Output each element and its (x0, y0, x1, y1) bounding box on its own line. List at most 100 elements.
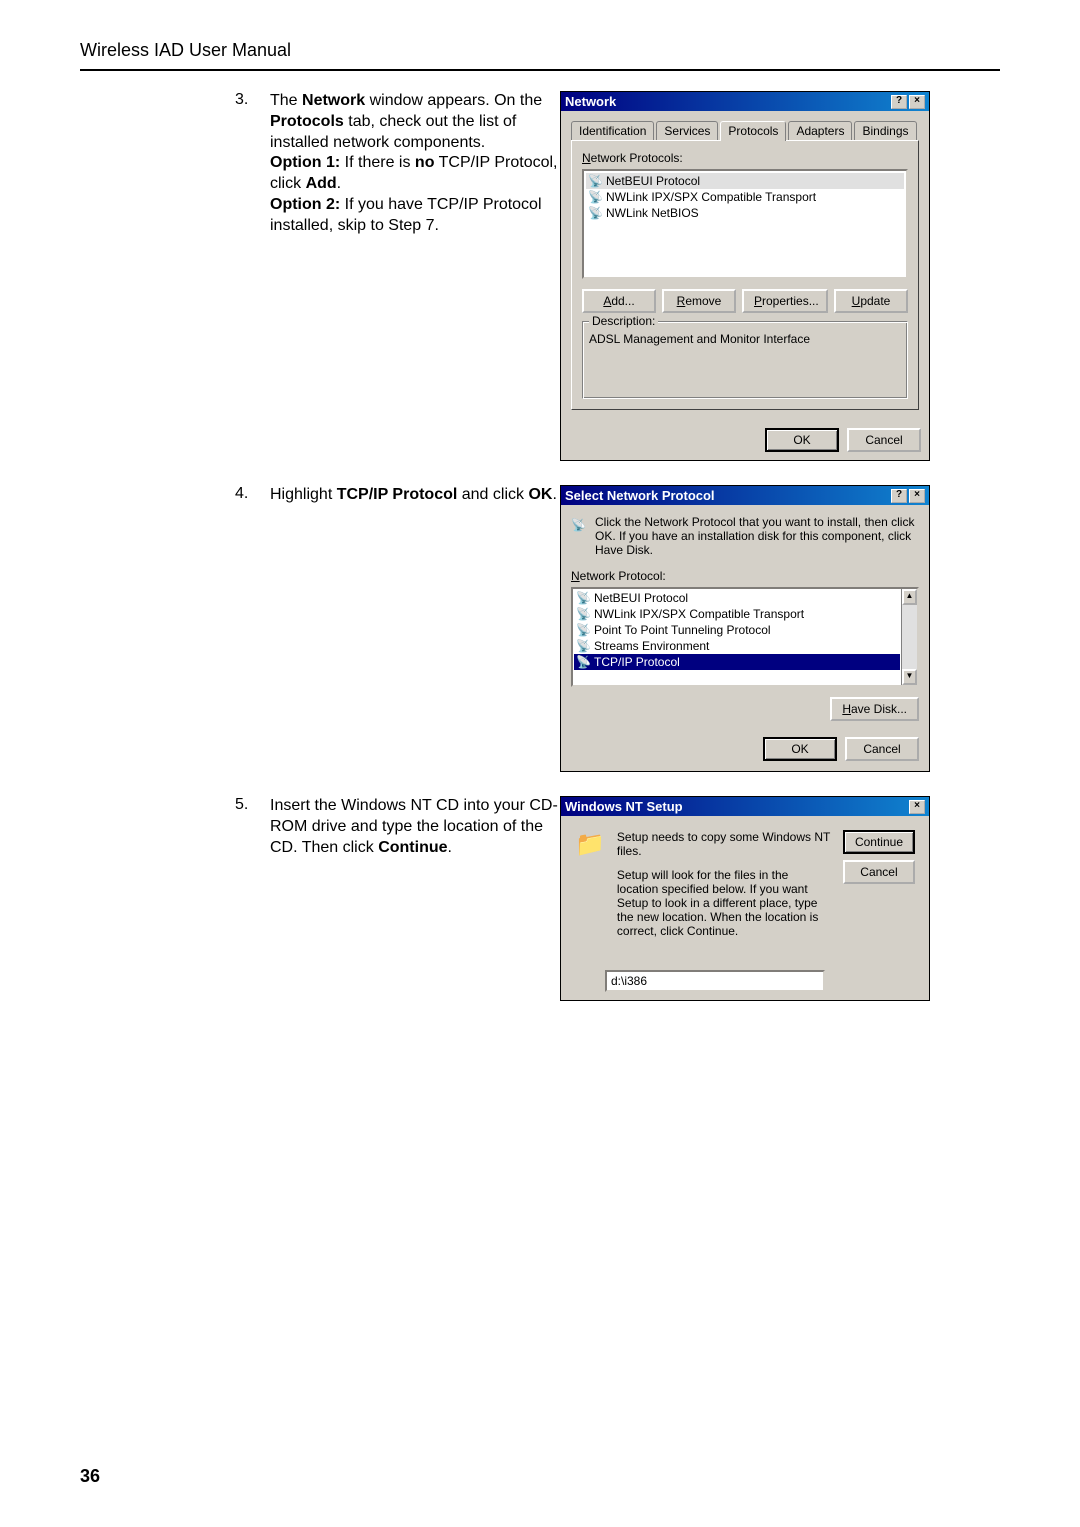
protocol-icon: 📡 (576, 591, 590, 605)
list-label: NetBEUI Protocol (594, 591, 688, 605)
list-label: Point To Point Tunneling Protocol (594, 623, 771, 637)
protocol-icon: 📡 (576, 639, 590, 653)
protocol-icon: 📡 (588, 190, 602, 204)
list-label: NWLink NetBIOS (606, 206, 699, 220)
step-3-text: The Network window appears. On the Proto… (270, 91, 560, 237)
select-list-label: Network Protocol: (571, 569, 919, 583)
nt-setup-dialog: Windows NT Setup × 📁 Setup needs to copy… (560, 796, 930, 1001)
close-icon[interactable]: × (909, 489, 925, 503)
properties-button[interactable]: Properties... (742, 289, 828, 313)
network-title-bar: Network ? × (561, 92, 929, 111)
s4-t3: . (552, 486, 556, 503)
list-label: NWLink IPX/SPX Compatible Transport (594, 607, 804, 621)
location-input[interactable]: d:\i386 (605, 970, 825, 992)
select-listbox[interactable]: 📡NetBEUI Protocol 📡NWLink IPX/SPX Compat… (571, 587, 919, 687)
nt-buttons: Continue Cancel (843, 830, 915, 884)
close-icon[interactable]: × (909, 95, 925, 109)
nt-line2: Setup will look for the files in the loc… (617, 868, 831, 938)
list-item[interactable]: 📡 NetBEUI Protocol (586, 173, 904, 189)
network-dialog: Network ? × Identification Services Prot… (560, 91, 930, 461)
tab-services[interactable]: Services (656, 121, 718, 140)
s3-opt1-t1: If there is (340, 154, 415, 171)
network-title: Network (565, 94, 616, 109)
files-icon: 📁 (575, 830, 605, 859)
help-icon[interactable]: ? (891, 95, 907, 109)
doc-header: Wireless IAD User Manual (80, 40, 1000, 71)
s4-b1: TCP/IP Protocol (337, 486, 458, 503)
add-button[interactable]: Add... (582, 289, 656, 313)
cancel-button[interactable]: Cancel (847, 428, 921, 452)
s4-b2: OK (528, 486, 552, 503)
s3-t1: The (270, 92, 302, 109)
s3-t2: window appears. On the (365, 92, 542, 109)
select-protocol-dialog: Select Network Protocol ? × 📡 Click the … (560, 485, 930, 772)
description-label: Description: (589, 314, 658, 328)
list-label: NetBEUI Protocol (606, 174, 700, 188)
tab-identification[interactable]: Identification (571, 121, 654, 140)
list-item[interactable]: 📡NWLink IPX/SPX Compatible Transport (574, 606, 900, 622)
list-item[interactable]: 📡 NWLink NetBIOS (586, 205, 904, 221)
cancel-button[interactable]: Cancel (843, 860, 915, 884)
nt-setup-wrap: Windows NT Setup × 📁 Setup needs to copy… (560, 796, 930, 1001)
ok-button[interactable]: OK (763, 737, 837, 761)
select-title-bar: Select Network Protocol ? × (561, 486, 929, 505)
protocols-btn-row: Add... Remove Properties... Update (582, 289, 908, 313)
step-5-num: 5. (235, 796, 270, 814)
s3-b2: Protocols (270, 113, 344, 130)
network-body: Identification Services Protocols Adapte… (561, 111, 929, 420)
select-title: Select Network Protocol (565, 488, 715, 503)
close-icon[interactable]: × (909, 800, 925, 814)
remove-button[interactable]: Remove (662, 289, 736, 313)
s3-b1: Network (302, 92, 365, 109)
description-text: ADSL Management and Monitor Interface (589, 332, 901, 346)
step-3-num: 3. (235, 91, 270, 109)
select-instruction: Click the Network Protocol that you want… (595, 515, 919, 557)
s4-t2: and click (457, 486, 528, 503)
tab-adapters[interactable]: Adapters (788, 121, 852, 140)
tab-bindings[interactable]: Bindings (854, 121, 916, 140)
update-button[interactable]: Update (834, 289, 908, 313)
protocol-icon: 📡 (588, 206, 602, 220)
scrollbar[interactable]: ▲ ▼ (901, 589, 917, 685)
select-body: 📡 Click the Network Protocol that you wa… (561, 505, 929, 771)
protocols-listbox[interactable]: 📡 NetBEUI Protocol 📡 NWLink IPX/SPX Compat… (582, 169, 908, 279)
protocol-icon: 📡 (588, 174, 602, 188)
continue-button[interactable]: Continue (843, 830, 915, 854)
cancel-button[interactable]: Cancel (845, 737, 919, 761)
nt-title-bar: Windows NT Setup × (561, 797, 929, 816)
list-item[interactable]: 📡 NWLink IPX/SPX Compatible Transport (586, 189, 904, 205)
nt-text: Setup needs to copy some Windows NT file… (617, 830, 831, 938)
list-item[interactable]: 📡 NetBEUI Protocol (574, 590, 900, 606)
s3-opt1-no: no (415, 154, 435, 171)
s5-t2: . (448, 839, 452, 856)
help-icon[interactable]: ? (891, 489, 907, 503)
list-item[interactable]: 📡Streams Environment (574, 638, 900, 654)
list-item[interactable]: 📡Point To Point Tunneling Protocol (574, 622, 900, 638)
nt-title: Windows NT Setup (565, 799, 683, 814)
protocol-icon: 📡 (571, 518, 585, 532)
scroll-up-icon[interactable]: ▲ (902, 589, 917, 605)
protocols-label: Network Protocols: (582, 151, 908, 165)
scroll-down-icon[interactable]: ▼ (902, 669, 917, 685)
ok-button[interactable]: OK (765, 428, 839, 452)
s3-opt1-label: Option 1: (270, 154, 340, 171)
s3-opt2-label: Option 2: (270, 196, 340, 213)
s5-b1: Continue (378, 839, 447, 856)
step-4-text: Highlight TCP/IP Protocol and click OK. (270, 485, 560, 506)
s3-opt1-p: . (337, 175, 341, 192)
list-item-selected[interactable]: 📡 TCP/IP Protocol (574, 654, 900, 670)
tab-protocols[interactable]: Protocols (720, 121, 786, 141)
nt-body: 📁 Setup needs to copy some Windows NT fi… (561, 816, 929, 952)
protocol-icon: 📡 (576, 655, 590, 669)
page-number: 36 (80, 1466, 100, 1487)
protocols-panel: Network Protocols: 📡 NetBEUI Protocol 📡 NW… (571, 140, 919, 410)
nt-line1: Setup needs to copy some Windows NT file… (617, 830, 831, 858)
network-bottom: OK Cancel (561, 420, 929, 460)
select-dialog-wrap: Select Network Protocol ? × 📡 Click the … (560, 485, 930, 772)
s3-opt1-add: Add (306, 175, 337, 192)
list-label: TCP/IP Protocol (594, 655, 680, 669)
tabs: Identification Services Protocols Adapte… (571, 121, 919, 140)
have-disk-button[interactable]: Have Disk... (830, 697, 919, 721)
select-desc: 📡 Click the Network Protocol that you wa… (571, 515, 919, 557)
list-label: NWLink IPX/SPX Compatible Transport (606, 190, 816, 204)
